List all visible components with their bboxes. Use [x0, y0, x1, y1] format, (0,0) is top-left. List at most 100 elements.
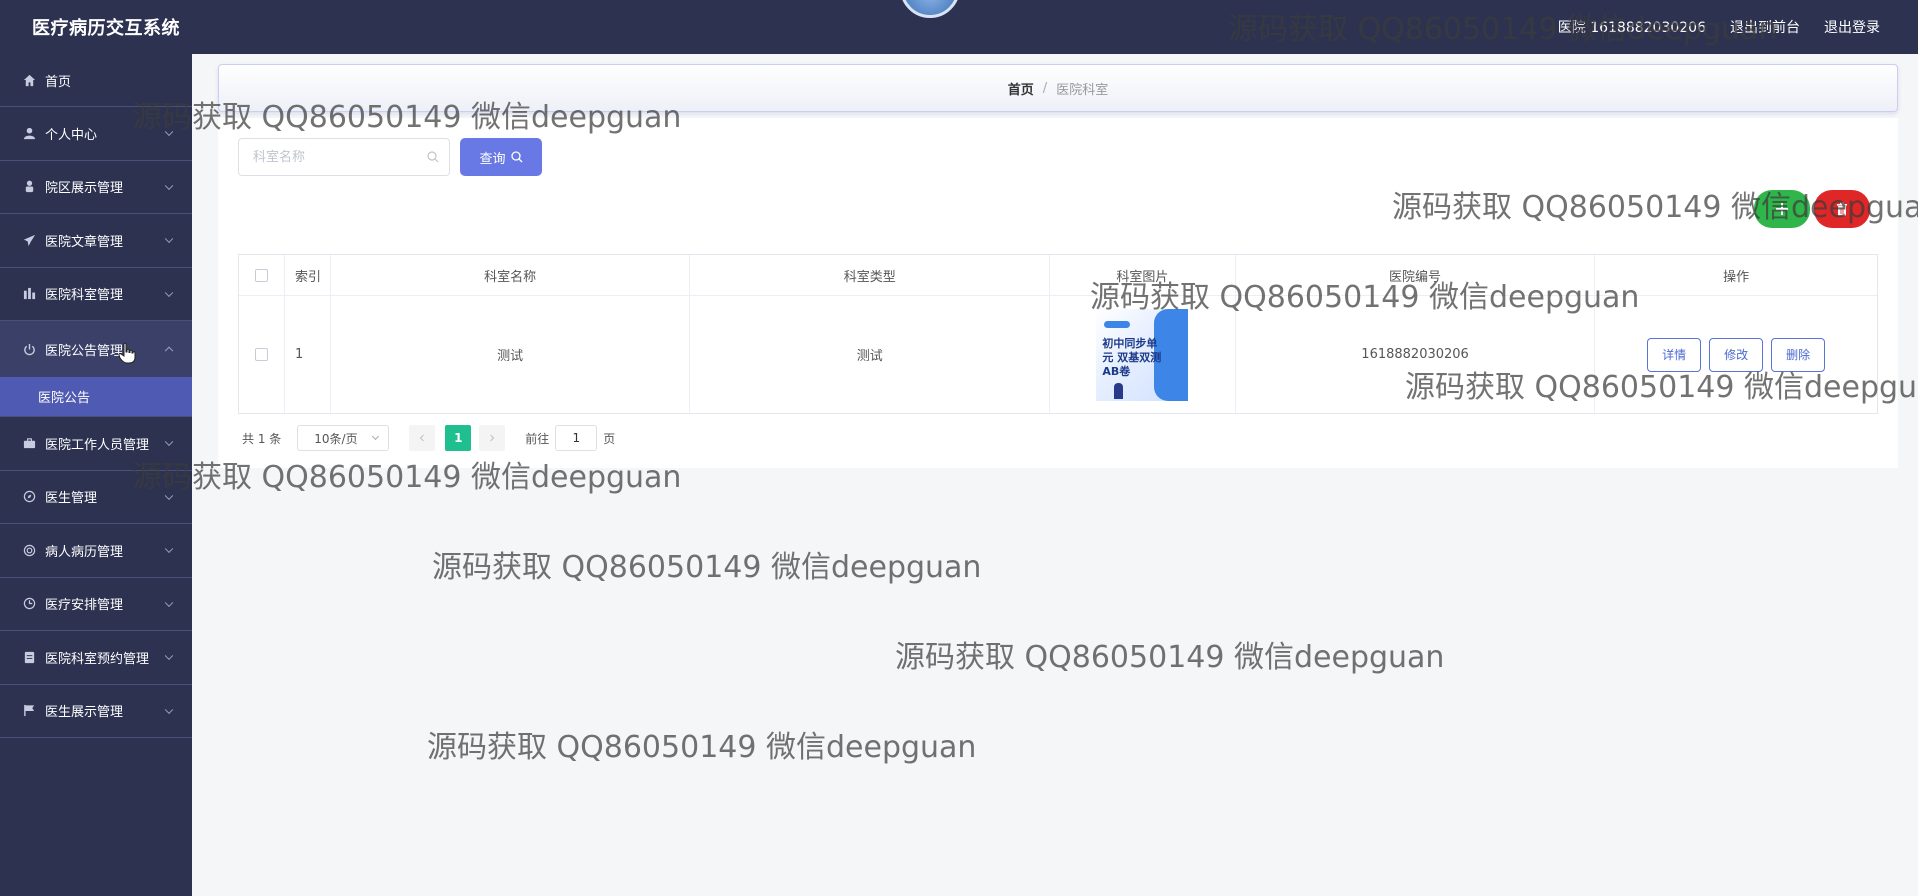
table-header-row: 索引 科室名称 科室类型 科室图片 医院编号 操作 — [239, 255, 1877, 296]
sidebar-item-campus[interactable]: 院区展示管理 — [0, 161, 192, 214]
sidebar-item-label: 首页 — [45, 74, 72, 90]
sidebar-item-label: 医院文章管理 — [45, 234, 124, 250]
chevron-right-icon — [490, 434, 495, 442]
sidebar-item-label: 院区展示管理 — [45, 181, 124, 197]
prev-page-button[interactable] — [409, 425, 436, 451]
flag-icon — [22, 704, 36, 718]
column-header: 操作 — [1723, 269, 1750, 285]
sidebar-item-announcements[interactable]: 医院公告管理 — [0, 321, 192, 377]
watermark-text: 源码获取 QQ86050149 微信deepguan — [895, 640, 1445, 675]
cell-actions: 详情 修改 删除 — [1595, 296, 1877, 413]
sidebar-item-home[interactable]: 首页 — [0, 54, 192, 107]
chevron-up-icon — [164, 346, 174, 356]
sidebar-item-label: 个人中心 — [45, 127, 98, 143]
hand-cursor-icon — [118, 342, 136, 364]
app-title: 医疗病历交互系统 — [32, 18, 180, 39]
search-icon — [427, 151, 439, 163]
select-all-checkbox[interactable] — [254, 268, 268, 282]
delete-button[interactable]: 删除 — [1771, 337, 1826, 372]
chevron-down-icon — [164, 651, 174, 661]
thumbnail-tag — [1104, 320, 1131, 328]
page-number-button[interactable]: 1 — [445, 425, 472, 451]
briefcase-icon — [22, 436, 36, 450]
send-icon — [22, 233, 36, 247]
breadcrumb-current: 医院科室 — [1056, 82, 1109, 98]
edit-button[interactable]: 修改 — [1709, 337, 1764, 372]
sidebar-item-label: 医院科室管理 — [45, 288, 124, 304]
goto-page-input[interactable] — [555, 425, 598, 451]
sidebar-item-articles[interactable]: 医院文章管理 — [0, 214, 192, 268]
clock-icon — [22, 597, 36, 611]
compass-icon — [22, 490, 36, 504]
sidebar-item-label: 病人病历管理 — [45, 544, 124, 560]
thumbnail-figure — [1114, 382, 1124, 399]
table-row: 1 测试 测试 初中同步单元 双基双测AB卷 1618882030206 详情 … — [239, 296, 1877, 413]
detail-button[interactable]: 详情 — [1647, 337, 1702, 372]
total-count: 共 1 条 — [242, 431, 282, 446]
search-field — [238, 138, 450, 176]
page-size-value: 10条/页 — [314, 431, 358, 446]
main-content: 查询 索引 科室名称 科室类型 科室图片 医院编号 操作 1 测试 测试 — [218, 118, 1898, 468]
power-icon — [22, 342, 36, 356]
sidebar-item-label: 医院公告管理 — [45, 343, 124, 359]
page-size-select[interactable]: 10条/页 — [297, 425, 390, 451]
department-name-input[interactable] — [239, 139, 409, 175]
page-suffix: 页 — [603, 431, 616, 446]
chevron-down-icon — [164, 544, 174, 554]
logout-link[interactable]: 退出登录 — [1824, 17, 1880, 37]
home-icon — [22, 73, 36, 87]
sidebar-item-appointments[interactable]: 医院科室预约管理 — [0, 631, 192, 685]
current-user-label: 医院 1618882030206 — [1557, 20, 1706, 36]
next-page-button[interactable] — [479, 425, 506, 451]
sidebar-item-doctor-showcase[interactable]: 医生展示管理 — [0, 685, 192, 738]
sidebar-item-schedule[interactable]: 医疗安排管理 — [0, 578, 192, 631]
top-header: 医疗病历交互系统 医院 1618882030206 退出到前台 退出登录 — [0, 0, 1918, 54]
chevron-down-icon — [164, 181, 174, 190]
query-button[interactable]: 查询 — [460, 138, 542, 176]
chevron-left-icon — [419, 434, 425, 442]
pagination: 共 1 条 10条/页 1 前往 页 — [242, 425, 615, 451]
query-button-label: 查询 — [479, 151, 506, 167]
chevron-down-icon — [372, 432, 380, 441]
column-header: 科室类型 — [690, 255, 1051, 295]
avatar — [900, 0, 960, 18]
cell-department-type: 测试 — [690, 296, 1051, 413]
sidebar-item-label: 医疗安排管理 — [45, 598, 124, 614]
sidebar-item-label: 医院工作人员管理 — [45, 437, 150, 453]
chevron-down-icon — [164, 234, 174, 244]
department-table: 索引 科室名称 科室类型 科室图片 医院编号 操作 1 测试 测试 初中同步单元… — [238, 254, 1878, 414]
goto-label: 前往 — [525, 431, 550, 446]
sidebar-item-doctors[interactable]: 医生管理 — [0, 471, 192, 524]
chevron-down-icon — [164, 705, 174, 714]
sidebar-subitem-announcement[interactable]: 医院公告 — [0, 377, 192, 417]
cell-index: 1 — [285, 296, 331, 413]
department-thumbnail[interactable]: 初中同步单元 双基双测AB卷 — [1096, 308, 1189, 401]
header-checkbox-cell — [239, 255, 285, 295]
sidebar-item-label: 医院科室预约管理 — [45, 651, 150, 667]
sidebar-item-personal-center[interactable]: 个人中心 — [0, 107, 192, 161]
add-button[interactable] — [1754, 190, 1810, 228]
thumbnail-caption: 初中同步单元 双基双测AB卷 — [1102, 336, 1162, 378]
sidebar: 首页 个人中心 院区展示管理 医院文章管理 医院科室管理 医院公告管理 医院公告… — [0, 54, 192, 896]
breadcrumb: 首页 / 医院科室 — [218, 64, 1898, 112]
sidebar-item-staff[interactable]: 医院工作人员管理 — [0, 417, 192, 471]
trash-icon — [1837, 202, 1847, 216]
chevron-down-icon — [164, 491, 174, 500]
chevron-down-icon — [164, 437, 174, 447]
cell-department-image: 初中同步单元 双基双测AB卷 — [1050, 296, 1236, 413]
search-icon — [510, 151, 522, 163]
cell-hospital-id: 1618882030206 — [1236, 296, 1596, 413]
breadcrumb-home[interactable]: 首页 — [1008, 79, 1034, 98]
column-header: 科室名称 — [331, 255, 691, 295]
batch-delete-button[interactable] — [1814, 190, 1870, 228]
sidebar-item-departments[interactable]: 医院科室管理 — [0, 268, 192, 321]
back-to-front-link[interactable]: 退出到前台 — [1730, 17, 1800, 37]
header-actions: 医院 1618882030206 退出到前台 退出登录 — [1558, 17, 1880, 37]
row-checkbox[interactable] — [254, 348, 268, 361]
sidebar-item-records[interactable]: 病人病历管理 — [0, 524, 192, 578]
user-icon — [22, 126, 36, 140]
person-icon — [22, 180, 36, 194]
sidebar-subitem-label: 医院公告 — [38, 391, 91, 406]
sidebar-item-label: 医生管理 — [45, 491, 98, 507]
chevron-down-icon — [164, 127, 174, 137]
